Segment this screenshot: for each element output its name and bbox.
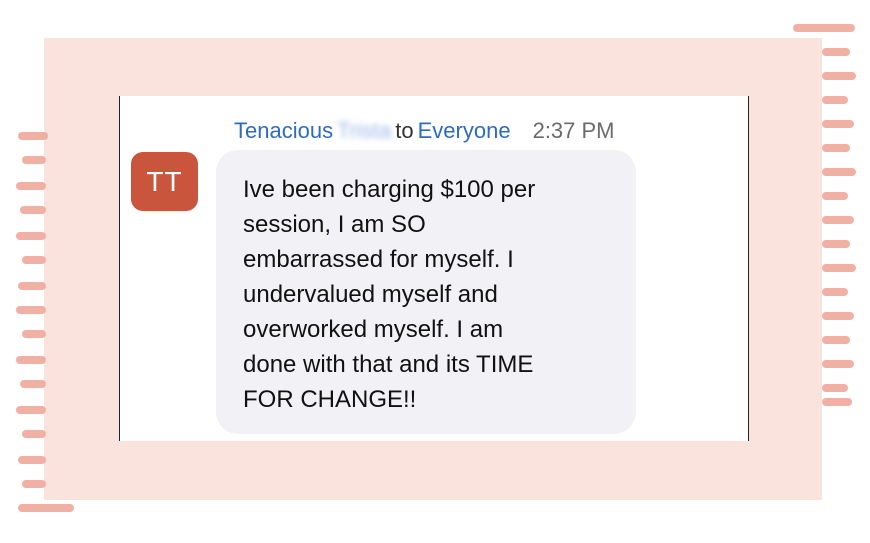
brush-stroke (822, 384, 848, 392)
brush-stroke (822, 120, 854, 128)
brush-stroke (822, 264, 856, 272)
brush-stroke (822, 336, 850, 344)
brush-stroke (22, 330, 46, 338)
brush-stroke (822, 312, 854, 320)
brush-stroke (18, 456, 46, 464)
message-timestamp: 2:37 PM (532, 118, 615, 143)
brush-stroke (22, 256, 46, 264)
brush-stroke (22, 430, 46, 438)
brush-stroke (16, 182, 46, 190)
brush-stroke (22, 480, 46, 488)
message-header: Tenacious Trista to Everyone 2:37 PM (234, 118, 615, 144)
brush-stroke (822, 72, 856, 80)
brush-stroke (18, 282, 46, 290)
recipient-name[interactable]: Everyone (418, 118, 511, 143)
brush-stroke (16, 406, 46, 414)
brush-stroke (822, 48, 850, 56)
avatar-initials: TT (146, 165, 183, 197)
brush-stroke (16, 306, 46, 314)
brush-stroke (18, 504, 74, 512)
brush-stroke (822, 96, 848, 104)
screenshot-stage: Tenacious Trista to Everyone 2:37 PM TT Ive … (0, 0, 870, 543)
brush-stroke (822, 168, 856, 176)
message-bubble: Ive been charging $100 per session, I am… (216, 150, 636, 434)
brush-stroke (16, 356, 46, 364)
chat-message-panel: Tenacious Trista to Everyone 2:37 PM TT Ive … (119, 96, 749, 441)
brush-stroke (822, 288, 848, 296)
brush-stroke (18, 132, 48, 140)
sender-name[interactable]: Tenacious (234, 118, 333, 143)
message-text: Ive been charging $100 per session, I am… (243, 176, 536, 413)
redacted-last-name: Trista (337, 118, 392, 143)
brush-stroke (822, 398, 852, 406)
to-label: to (395, 118, 414, 143)
brush-stroke (822, 240, 850, 248)
brush-stroke (822, 192, 848, 200)
brush-stroke (22, 156, 46, 164)
brush-stroke (822, 144, 850, 152)
brush-stroke (20, 206, 46, 214)
avatar: TT (131, 152, 198, 211)
brush-stroke (793, 24, 855, 32)
brush-stroke (16, 232, 46, 240)
brush-stroke (822, 360, 854, 368)
brush-stroke (20, 380, 46, 388)
brush-stroke (822, 216, 854, 224)
